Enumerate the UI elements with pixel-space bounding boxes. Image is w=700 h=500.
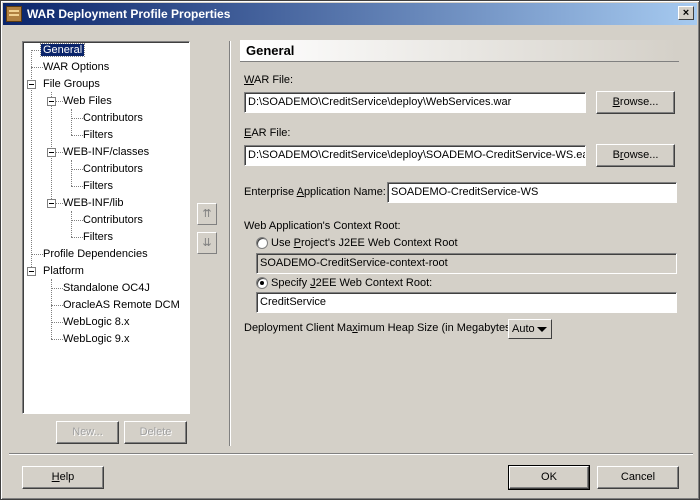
tree-item-web-files-contributors[interactable]: Contributors [81, 110, 145, 126]
tree-item-weblogic-8x[interactable]: WebLogic 8.x [61, 314, 131, 330]
cancel-button[interactable]: Cancel [597, 466, 679, 489]
tree-item-classes-filters[interactable]: Filters [81, 178, 115, 194]
help-button[interactable]: Help [22, 466, 104, 489]
tree-item-lib-filters[interactable]: Filters [81, 229, 115, 245]
ear-file-label: EAR File: [244, 127, 291, 139]
navigation-tree[interactable]: General WAR Options File Groups Web File… [22, 41, 190, 414]
enterprise-app-name-input[interactable]: SOADEMO-CreditService-WS [387, 182, 677, 203]
web-inf-lib-collapse-icon[interactable] [47, 199, 56, 208]
specify-context-root-radio[interactable] [256, 277, 268, 289]
tree-item-platform[interactable]: Platform [41, 263, 86, 279]
move-up-button[interactable]: ⇈ [197, 203, 217, 225]
ok-button[interactable]: OK [508, 465, 590, 490]
heap-size-label: Deployment Client Maximum Heap Size (in … [244, 322, 518, 334]
web-inf-classes-collapse-icon[interactable] [47, 148, 56, 157]
enterprise-app-name-label: Enterprise Application Name: [244, 186, 386, 198]
file-groups-collapse-icon[interactable] [27, 80, 36, 89]
tree-item-web-files[interactable]: Web Files [61, 93, 114, 109]
delete-button[interactable]: Delete [124, 421, 187, 444]
specify-context-root-label: Specify J2EE Web Context Root: [271, 277, 433, 289]
tree-item-standalone-oc4j[interactable]: Standalone OC4J [61, 280, 152, 296]
tree-item-web-inf-classes[interactable]: WEB-INF/classes [61, 144, 151, 160]
project-context-root-field: SOADEMO-CreditService-context-root [256, 253, 677, 274]
tree-item-oracleas-remote-dcm[interactable]: OracleAS Remote DCM [61, 297, 182, 313]
title-bar: WAR Deployment Profile Properties × [3, 3, 697, 25]
deployment-profile-icon [6, 6, 22, 22]
tree-item-general[interactable]: General [39, 42, 86, 58]
tree-item-war-options[interactable]: WAR Options [41, 59, 111, 75]
ear-file-input[interactable]: D:\SOADEMO\CreditService\deploy\SOADEMO-… [244, 145, 586, 166]
use-project-context-root-label: Use Project's J2EE Web Context Root [271, 237, 458, 249]
tree-item-weblogic-9x[interactable]: WebLogic 9.x [61, 331, 131, 347]
tree-item-classes-contributors[interactable]: Contributors [81, 161, 145, 177]
use-project-context-root-radio[interactable] [256, 237, 268, 249]
war-file-input[interactable]: D:\SOADEMO\CreditService\deploy\WebServi… [244, 92, 586, 113]
panel-header: General [240, 40, 679, 62]
tree-item-file-groups[interactable]: File Groups [41, 76, 102, 92]
new-button[interactable]: New... [56, 421, 119, 444]
web-files-collapse-icon[interactable] [47, 97, 56, 106]
heap-size-select[interactable]: Auto [508, 319, 552, 339]
browse-ear-button[interactable]: Browse... [596, 144, 675, 167]
dialog-window: WAR Deployment Profile Properties × Gene… [0, 0, 700, 500]
war-file-label: WAR File: [244, 74, 294, 86]
tree-item-web-files-filters[interactable]: Filters [81, 127, 115, 143]
horizontal-separator [9, 453, 693, 455]
vertical-separator [229, 41, 231, 446]
chevron-down-icon [537, 327, 547, 332]
tree-item-web-inf-lib[interactable]: WEB-INF/lib [61, 195, 126, 211]
tree-item-profile-dependencies[interactable]: Profile Dependencies [41, 246, 150, 262]
close-button[interactable]: × [678, 6, 694, 20]
window-title: WAR Deployment Profile Properties [27, 7, 231, 21]
specify-context-root-input[interactable]: CreditService [256, 292, 677, 313]
context-root-label: Web Application's Context Root: [244, 220, 401, 232]
browse-war-button[interactable]: Browse... [596, 91, 675, 114]
move-down-button[interactable]: ⇊ [197, 232, 217, 254]
tree-item-lib-contributors[interactable]: Contributors [81, 212, 145, 228]
platform-collapse-icon[interactable] [27, 267, 36, 276]
